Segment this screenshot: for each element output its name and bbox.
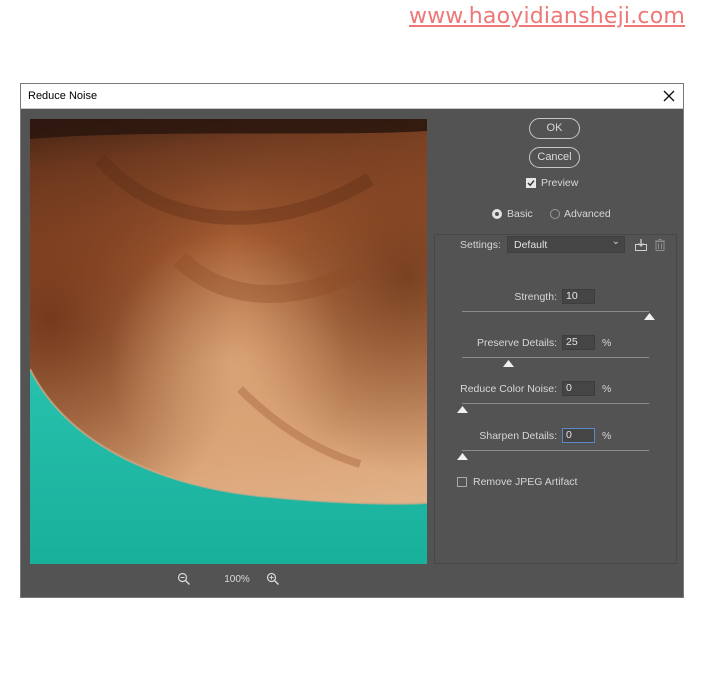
watermark-url: www.haoyidiansheji.com xyxy=(409,4,686,29)
preview-checkbox[interactable] xyxy=(526,178,536,188)
preview-label: Preview xyxy=(541,177,579,189)
reduce-color-noise-slider-thumb[interactable] xyxy=(456,406,468,413)
reduce-color-noise-unit: % xyxy=(602,383,612,395)
reduce-noise-dialog: Reduce Noise 100% OK Cancel Preview Basi… xyxy=(20,83,684,598)
sharpen-details-slider-track[interactable] xyxy=(462,450,649,451)
sharpen-details-input[interactable]: 0 xyxy=(562,428,595,443)
title-bar: Reduce Noise xyxy=(21,84,683,109)
remove-jpeg-artifact-checkbox[interactable] xyxy=(457,477,467,487)
zoom-in-icon[interactable] xyxy=(266,572,280,586)
strength-slider-track[interactable] xyxy=(462,311,649,312)
settings-dropdown[interactable]: Default ⌄ xyxy=(507,236,625,253)
advanced-radio[interactable] xyxy=(550,209,560,219)
trash-icon[interactable] xyxy=(653,238,667,252)
remove-jpeg-artifact-label: Remove JPEG Artifact xyxy=(473,476,578,488)
strength-label: Strength: xyxy=(514,291,557,303)
reduce-color-noise-input[interactable]: 0 xyxy=(562,381,595,396)
zoom-level: 100% xyxy=(224,574,250,585)
preserve-details-unit: % xyxy=(602,337,612,349)
close-icon[interactable] xyxy=(659,86,679,106)
preserve-details-slider-track[interactable] xyxy=(462,357,649,358)
preserve-details-slider-thumb[interactable] xyxy=(503,360,515,367)
preview-image[interactable] xyxy=(30,119,427,564)
cancel-button[interactable]: Cancel xyxy=(529,147,580,168)
basic-radio[interactable] xyxy=(492,209,502,219)
preserve-details-label: Preserve Details: xyxy=(477,337,557,349)
reduce-color-noise-slider-track[interactable] xyxy=(462,403,649,404)
reduce-color-noise-label: Reduce Color Noise: xyxy=(460,383,557,395)
strength-input[interactable]: 10 xyxy=(562,289,595,304)
strength-slider-thumb[interactable] xyxy=(643,313,655,320)
zoom-out-icon[interactable] xyxy=(177,572,191,586)
sharpen-details-slider-thumb[interactable] xyxy=(456,453,468,460)
ok-button[interactable]: OK xyxy=(529,118,580,139)
basic-label: Basic xyxy=(507,208,533,220)
preserve-details-input[interactable]: 25 xyxy=(562,335,595,350)
sharpen-details-label: Sharpen Details: xyxy=(479,430,557,442)
advanced-label: Advanced xyxy=(564,208,611,220)
save-preset-icon[interactable] xyxy=(634,238,648,252)
chevron-down-icon: ⌄ xyxy=(611,236,620,247)
settings-label: Settings: xyxy=(460,239,501,251)
sharpen-details-unit: % xyxy=(602,430,612,442)
settings-panel xyxy=(434,234,677,564)
zoom-bar: 100% xyxy=(30,572,427,588)
dialog-title: Reduce Noise xyxy=(28,90,98,102)
settings-value: Default xyxy=(514,239,548,251)
